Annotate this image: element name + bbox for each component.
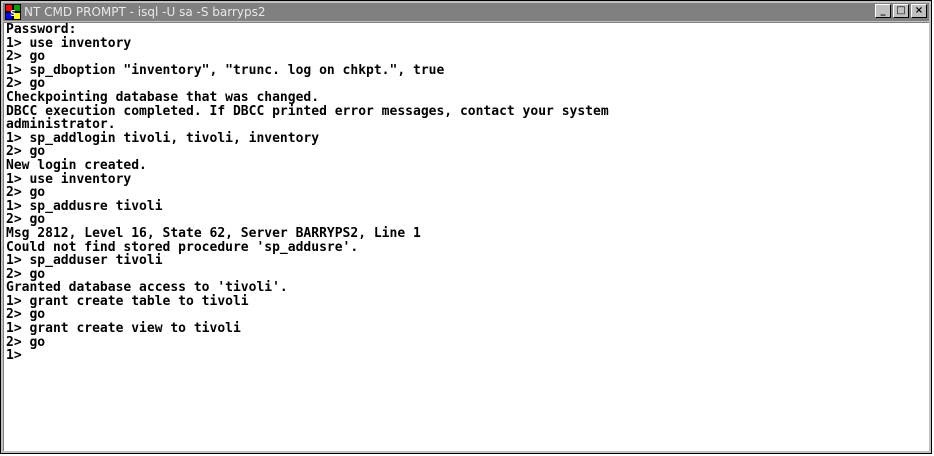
console-line: Checkpointing database that was changed. (6, 89, 320, 105)
minimize-button[interactable]: _ (875, 4, 891, 18)
console-output[interactable]: Password: 1> use inventory 2> go 1> sp_dbop… (3, 22, 929, 451)
console-line: 2> go (6, 185, 46, 201)
console-line: 1> sp_addusre tivoli (6, 198, 163, 214)
console-line: 2> go (6, 212, 46, 228)
console-line: 2> go (6, 76, 46, 92)
console-line: 2> go (6, 49, 46, 65)
window-title: NT CMD PROMPT - isql -U sa -S barryps2 (24, 5, 266, 19)
console-line: Msg 2812, Level 16, State 62, Server BAR… (6, 225, 421, 241)
console-line: 1> use inventory (6, 171, 132, 187)
console-line: Granted database access to 'tivoli'. (6, 280, 288, 296)
console-line: 2> go (6, 144, 46, 160)
console-line: New login created. (6, 157, 147, 173)
console-line: DBCC execution completed. If DBCC printe… (6, 103, 609, 119)
console-line: 1> sp_addlogin tivoli, tivoli, inventory (6, 130, 320, 146)
close-button[interactable]: × (911, 4, 927, 18)
console-line: 1> grant create table to tivoli (6, 293, 249, 309)
console-line: 1> (6, 348, 22, 364)
console-line: 1> sp_adduser tivoli (6, 253, 163, 269)
console-line: 1> grant create view to tivoli (6, 321, 241, 337)
console-line: 1> sp_dboption "inventory", "trunc. log … (6, 62, 445, 78)
console-window: S NT CMD PROMPT - isql -U sa -S barryps2… (0, 0, 932, 454)
ms-dos-icon[interactable]: S (5, 4, 21, 20)
window-controls: _ □ × (875, 4, 927, 18)
title-bar[interactable]: S NT CMD PROMPT - isql -U sa -S barryps2… (3, 3, 929, 21)
console-line: 1> use inventory (6, 35, 132, 51)
console-line: 2> go (6, 266, 46, 282)
maximize-button[interactable]: □ (893, 4, 909, 18)
svg-text:S: S (10, 9, 16, 18)
console-line: administrator. (6, 117, 116, 133)
console-line: 2> go (6, 334, 46, 350)
console-line: Could not find stored procedure 'sp_addu… (6, 239, 359, 255)
console-line: Password: (6, 22, 77, 37)
console-text-area: Password: 1> use inventory 2> go 1> sp_dbop… (4, 23, 929, 363)
console-line: 2> go (6, 307, 46, 323)
